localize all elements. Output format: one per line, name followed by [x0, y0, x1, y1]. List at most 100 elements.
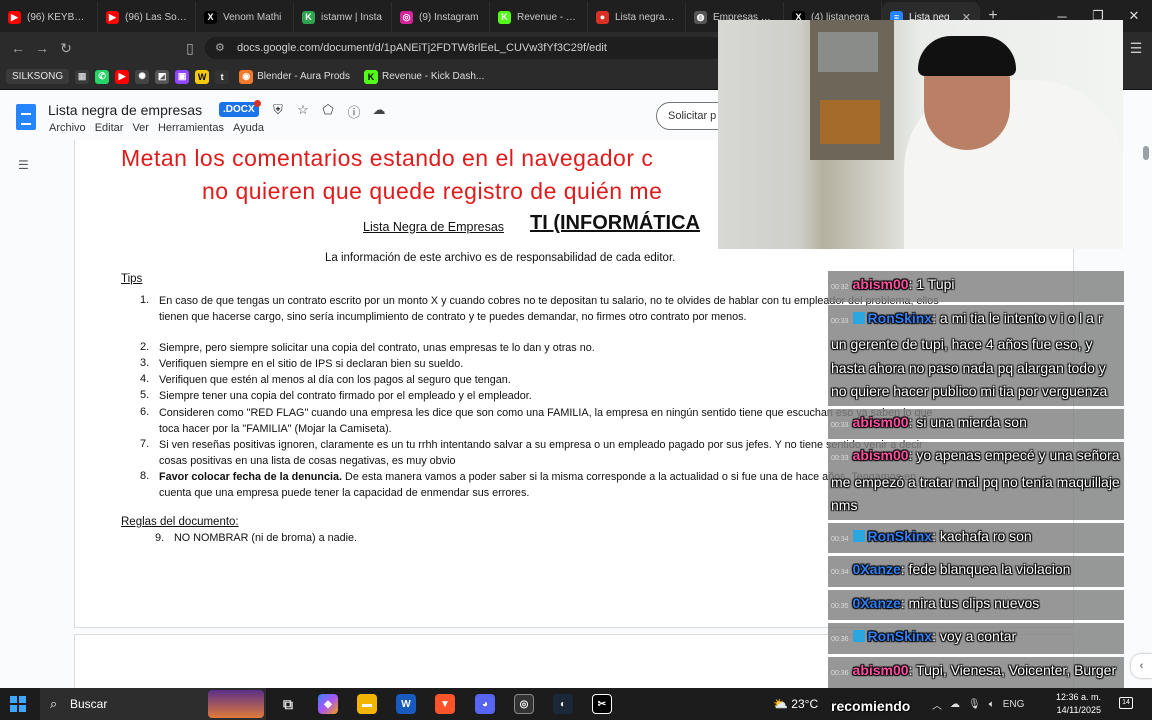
browser-tab[interactable]: ◎ (9) Instagram — [392, 2, 490, 32]
move-icon[interactable]: ⬠ — [319, 102, 337, 118]
weather-widget[interactable]: ⛅ 23°C — [773, 688, 818, 720]
chat-message: 00:36 RonSkinx: voy a contar — [828, 623, 1124, 654]
copilot-icon[interactable]: ◆ — [318, 694, 338, 714]
address-bar[interactable]: ⚙ docs.google.com/document/d/1pANEiTj2FD… — [205, 37, 725, 59]
webtoon-icon[interactable]: W — [195, 69, 210, 84]
tip-number: 5. — [140, 389, 150, 401]
menu-item[interactable]: Ver — [132, 122, 149, 134]
chat-username: abism00 — [852, 413, 909, 430]
chat-timestamp: 00:33 — [831, 455, 849, 462]
subscriber-badge-icon — [852, 529, 865, 542]
outline-icon[interactable]: ☰ — [18, 158, 29, 172]
youtube-icon[interactable]: ▶ — [115, 69, 130, 84]
url-text: docs.google.com/document/d/1pANEiTj2FDTW… — [237, 42, 607, 54]
tumblr-icon[interactable]: t — [215, 69, 230, 84]
back-icon[interactable]: ← — [8, 38, 28, 58]
rules-heading: Reglas del documento: — [121, 516, 239, 528]
site-info-icon[interactable]: ⚙ — [215, 37, 225, 59]
bookmark-blender-label: Blender - Aura Prods — [257, 71, 350, 82]
discord-icon[interactable]: ◕ — [475, 694, 495, 714]
bookmark-silksong[interactable]: SILKSONG — [6, 69, 70, 84]
red-heading-line-1: Metan los comentarios estando en el nave… — [121, 145, 654, 171]
menu-item[interactable]: Ayuda — [233, 122, 264, 134]
tab-favicon-icon: K — [302, 10, 315, 24]
menu-item[interactable]: Archivo — [49, 122, 86, 134]
chat-message: 00:32 abism00: 1 Tupi — [828, 271, 1124, 302]
apps-grid-icon[interactable]: ▦ — [75, 69, 90, 84]
chat-message: 00:33 abism00: si una mierda son — [828, 408, 1124, 439]
menu-icon[interactable]: ☰ — [1126, 38, 1146, 58]
chatgpt-icon[interactable]: ✺ — [135, 69, 150, 84]
speaker-icon[interactable]: 🔈︎ — [989, 699, 995, 710]
file-explorer-icon[interactable]: ▬ — [357, 694, 377, 714]
chat-username: abism00 — [852, 276, 909, 292]
bookmark-icon[interactable]: ▯ — [180, 38, 200, 58]
tip-number: 7. — [140, 438, 150, 450]
capcut-icon[interactable]: ✂ — [592, 694, 612, 714]
steam-icon[interactable]: ◐ — [553, 694, 573, 714]
browser-tab[interactable]: K Revenue - Kick — [490, 2, 588, 32]
tab-favicon-icon: X — [204, 10, 217, 24]
tab-favicon-icon: ● — [596, 10, 609, 24]
chat-text: : fede blanquea la violacion — [900, 561, 1071, 577]
shield-icon[interactable]: ⛨ — [269, 102, 287, 118]
reload-icon[interactable]: ↻ — [56, 38, 76, 58]
task-view-icon[interactable]: ⧉ — [278, 694, 298, 714]
star-icon[interactable]: ☆ — [294, 102, 312, 118]
tip-text: Verifiquen siempre en el sitio de IPS si… — [159, 358, 464, 370]
vertical-scrollbar[interactable] — [1140, 140, 1152, 688]
rule-number: 9. — [155, 532, 165, 544]
tip-number: 3. — [140, 357, 150, 369]
browser-tab[interactable]: ● Lista negra de — [588, 2, 686, 32]
tab-title: Lista negra de — [615, 11, 677, 23]
background-shelf — [810, 20, 894, 160]
chat-username: abism00 — [852, 661, 909, 678]
responsibility-note: La información de este archivo es de res… — [325, 252, 676, 264]
forward-icon[interactable]: → — [32, 38, 52, 58]
tip-text: Favor colocar fecha de la denuncia. De e… — [159, 469, 939, 501]
cloud-icon[interactable]: ☁ — [370, 102, 388, 118]
tip-number: 6. — [140, 406, 150, 418]
subscriber-badge-icon — [852, 311, 865, 324]
search-icon: ⌕ — [50, 696, 58, 711]
twitch-icon[interactable]: ▣ — [175, 69, 190, 84]
scroll-thumb[interactable] — [1143, 146, 1149, 160]
cloud-tray-icon[interactable]: ☁ — [950, 699, 960, 710]
document-title[interactable]: Lista negra de empresas — [48, 102, 202, 118]
webcam-overlay — [718, 20, 1123, 249]
subtitle-right: TI (INFORMÁTICA — [530, 212, 700, 234]
browser-tab[interactable]: X Venom Mathi — [196, 2, 294, 32]
docs-logo-icon[interactable] — [16, 104, 36, 130]
bookmark-revenue[interactable]: K Revenue - Kick Dash... — [360, 67, 488, 87]
browser-tab[interactable]: ▶ (96) Las Solteras — [98, 2, 196, 32]
obs-icon[interactable]: ◎ — [514, 694, 534, 714]
chat-timestamp: 00:33 — [831, 317, 849, 325]
rule-text: NO NOMBRAR (ni de broma) a nadie. — [174, 532, 358, 544]
menu-item[interactable]: Editar — [95, 122, 124, 134]
bookmark-generic-icon[interactable]: ◩ — [155, 69, 170, 84]
bookmark-blender[interactable]: ◉ Blender - Aura Prods — [235, 67, 354, 87]
brave-icon[interactable]: ▼ — [435, 694, 455, 714]
taskbar-clock[interactable]: 12:36 a. m. 14/11/2025 — [1056, 691, 1101, 717]
language-indicator[interactable]: ENG — [1003, 699, 1025, 710]
microphone-icon[interactable]: 🎙︎ — [968, 699, 981, 710]
tip-text: Consideren como "RED FLAG" cuando una em… — [159, 407, 933, 435]
browser-tab[interactable]: ▶ (96) KEYBLADE — [0, 2, 98, 32]
chat-timestamp: 00:36 — [831, 669, 849, 677]
tip-number: 1. — [140, 294, 150, 306]
windows-start-icon[interactable] — [10, 696, 26, 712]
tip-bold-text: Favor colocar fecha de la denuncia. — [159, 471, 343, 483]
tip-number: 2. — [140, 341, 150, 353]
chat-timestamp: 00:34 — [831, 569, 849, 576]
side-panel-toggle-icon[interactable]: ‹ — [1131, 654, 1152, 678]
whatsapp-icon[interactable]: ✆ — [95, 69, 110, 84]
browser-tab[interactable]: Kistamw | Insta — [294, 2, 392, 32]
chat-text: : kachafa ro son — [932, 527, 1032, 544]
chevron-up-icon[interactable]: ︿ — [932, 697, 942, 712]
chat-message: 00:34 0Xanze: fede blanquea la violacion — [828, 556, 1124, 587]
notification-center-icon[interactable]: 14 — [1119, 697, 1133, 709]
word-icon[interactable]: W — [396, 694, 416, 714]
menu-item[interactable]: Herramientas — [158, 122, 224, 134]
tab-favicon-icon: ▶ — [8, 10, 21, 24]
info-icon[interactable]: ⓘ — [345, 102, 363, 121]
